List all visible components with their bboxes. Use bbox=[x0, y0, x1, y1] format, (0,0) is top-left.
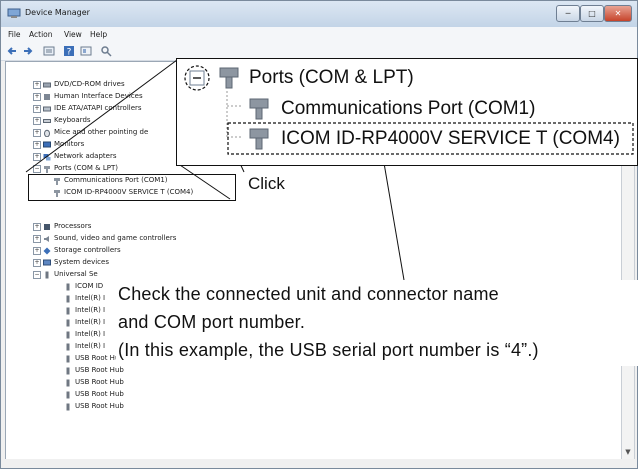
zoom-com1-label: Communications Port (COM1) bbox=[281, 98, 536, 119]
instruction-line-1: Check the connected unit and connector n… bbox=[118, 284, 499, 304]
zoom-com4-label: ICOM ID-RP4000V SERVICE T (COM4) bbox=[281, 128, 620, 149]
zoom-ports-label: Ports (COM & LPT) bbox=[249, 67, 414, 88]
com1-port-icon bbox=[249, 98, 269, 120]
zoom-panel: Ports (COM & LPT) Communications Port (C… bbox=[176, 58, 638, 166]
com4-port-icon bbox=[249, 128, 269, 150]
click-annotation: Click bbox=[248, 174, 285, 193]
instruction-callout: Check the connected unit and connector n… bbox=[116, 280, 638, 366]
instruction-line-2: and COM port number. bbox=[118, 312, 306, 332]
instruction-line-3: (In this example, the USB serial port nu… bbox=[118, 340, 539, 360]
